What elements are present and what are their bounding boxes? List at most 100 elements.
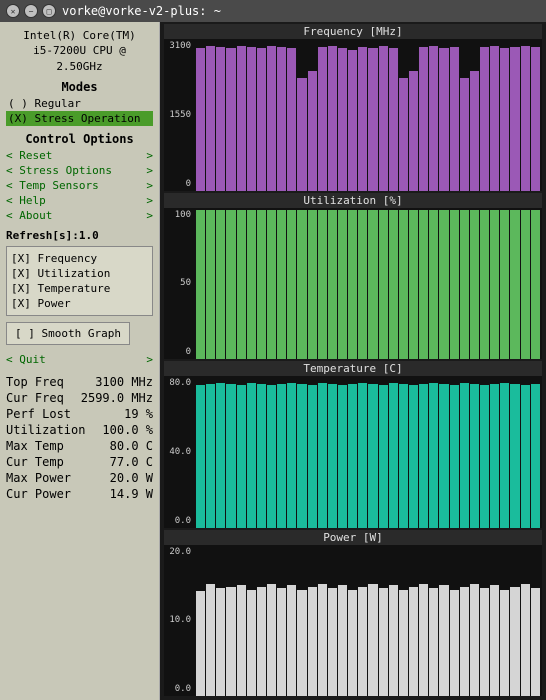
checkboxes-container: [X] Frequency[X] Utilization[X] Temperat… — [11, 251, 148, 311]
stats-container: Top Freq3100 MHzCur Freq2599.0 MHzPerf L… — [6, 374, 153, 502]
chart-bar — [257, 384, 266, 528]
stat-value: 80.0 C — [110, 439, 153, 453]
checkbox-item[interactable]: [X] Power — [11, 296, 148, 311]
control-item[interactable]: < About> — [6, 208, 153, 223]
chart-bar — [500, 590, 509, 696]
chart-bar — [419, 584, 428, 696]
chart-bar — [379, 210, 388, 360]
chart-bar — [368, 210, 377, 360]
maximize-button[interactable]: □ — [42, 4, 56, 18]
chart-bar — [297, 590, 306, 696]
chart-bar — [450, 47, 459, 191]
right-panel: Frequency [MHz] 3100 1550 0 Utilization … — [160, 22, 546, 700]
temperature-chart-title: Temperature [C] — [164, 361, 542, 376]
chart-bar — [389, 383, 398, 528]
stat-row: Top Freq3100 MHz — [6, 374, 153, 390]
chart-bar — [216, 47, 225, 191]
stat-row: Cur Temp77.0 C — [6, 454, 153, 470]
chart-bar — [206, 210, 215, 360]
chart-bar — [531, 384, 540, 528]
chart-bar — [450, 210, 459, 360]
chart-bar — [308, 210, 317, 360]
control-options-title: Control Options — [6, 132, 153, 146]
close-button[interactable]: ✕ — [6, 4, 20, 18]
chart-bar — [226, 384, 235, 528]
chart-bar — [439, 48, 448, 190]
chart-bar — [450, 590, 459, 696]
frequency-y-axis: 3100 1550 0 — [164, 39, 194, 191]
chart-bar — [216, 383, 225, 528]
chart-bar — [409, 385, 418, 527]
control-item[interactable]: < Reset> — [6, 148, 153, 163]
stat-row: Cur Power14.9 W — [6, 486, 153, 502]
window-controls[interactable]: ✕ − □ — [6, 4, 56, 18]
chart-bar — [500, 383, 509, 528]
control-item[interactable]: < Stress Options> — [6, 163, 153, 178]
power-y-axis: 20.0 10.0 0.0 — [164, 545, 194, 697]
chart-bar — [429, 383, 438, 528]
chart-bar — [480, 588, 489, 696]
frequency-chart-title: Frequency [MHz] — [164, 24, 542, 39]
stat-value: 100.0 % — [102, 423, 153, 437]
chart-bar — [287, 585, 296, 696]
minimize-button[interactable]: − — [24, 4, 38, 18]
control-item[interactable]: < Temp Sensors> — [6, 178, 153, 193]
stat-label: Cur Temp — [6, 455, 64, 469]
title-bar: ✕ − □ vorke@vorke-v2-plus: ~ — [0, 0, 546, 22]
quit-label[interactable]: < Quit — [6, 353, 46, 366]
checkbox-item[interactable]: [X] Frequency — [11, 251, 148, 266]
chart-bar — [318, 47, 327, 191]
chart-bar — [206, 584, 215, 696]
chart-bar — [470, 384, 479, 528]
chart-bar — [358, 47, 367, 191]
stat-label: Cur Power — [6, 487, 71, 501]
chart-bar — [257, 587, 266, 696]
power-chart: Power [W] 20.0 10.0 0.0 — [164, 530, 542, 697]
chart-bar — [216, 210, 225, 360]
power-chart-area: 20.0 10.0 0.0 — [164, 545, 542, 697]
chart-bar — [287, 48, 296, 190]
chart-bar — [267, 46, 276, 191]
chart-bar — [521, 385, 530, 527]
chart-bar — [287, 210, 296, 360]
smooth-graph-button[interactable]: [ ] Smooth Graph — [6, 322, 130, 345]
stat-label: Max Temp — [6, 439, 64, 453]
stat-value: 19 % — [124, 407, 153, 421]
chart-bar — [348, 50, 357, 191]
stat-value: 20.0 W — [110, 471, 153, 485]
chart-bar — [439, 384, 448, 528]
chart-bar — [429, 588, 438, 696]
chart-bar — [287, 383, 296, 528]
mode-regular[interactable]: ( ) Regular — [6, 96, 153, 111]
chart-bar — [470, 584, 479, 696]
chart-bar — [247, 383, 256, 528]
stat-row: Utilization100.0 % — [6, 422, 153, 438]
chart-bar — [521, 584, 530, 696]
chart-bar — [409, 71, 418, 191]
chart-bar — [429, 46, 438, 191]
checkbox-item[interactable]: [X] Utilization — [11, 266, 148, 281]
temperature-chart-area: 80.0 40.0 0.0 — [164, 376, 542, 528]
chart-bar — [490, 46, 499, 191]
power-chart-title: Power [W] — [164, 530, 542, 545]
chart-bar — [460, 587, 469, 696]
modes-title: Modes — [6, 80, 153, 94]
chart-bar — [470, 210, 479, 360]
chart-bar — [419, 210, 428, 360]
stat-label: Cur Freq — [6, 391, 64, 405]
chart-bar — [348, 210, 357, 360]
stat-label: Max Power — [6, 471, 71, 485]
checkbox-group: [X] Frequency[X] Utilization[X] Temperat… — [6, 246, 153, 316]
chart-bar — [531, 47, 540, 191]
chart-bar — [521, 46, 530, 191]
utilization-y-axis: 100 50 0 — [164, 208, 194, 360]
control-item[interactable]: < Help> — [6, 193, 153, 208]
mode-stress[interactable]: (X) Stress Operation — [6, 111, 153, 126]
chart-bar — [379, 588, 388, 696]
quit-row[interactable]: < Quit > — [6, 353, 153, 366]
chart-bar — [247, 590, 256, 696]
checkbox-item[interactable]: [X] Temperature — [11, 281, 148, 296]
chart-bar — [439, 210, 448, 360]
chart-bar — [480, 210, 489, 360]
chart-bar — [429, 210, 438, 360]
